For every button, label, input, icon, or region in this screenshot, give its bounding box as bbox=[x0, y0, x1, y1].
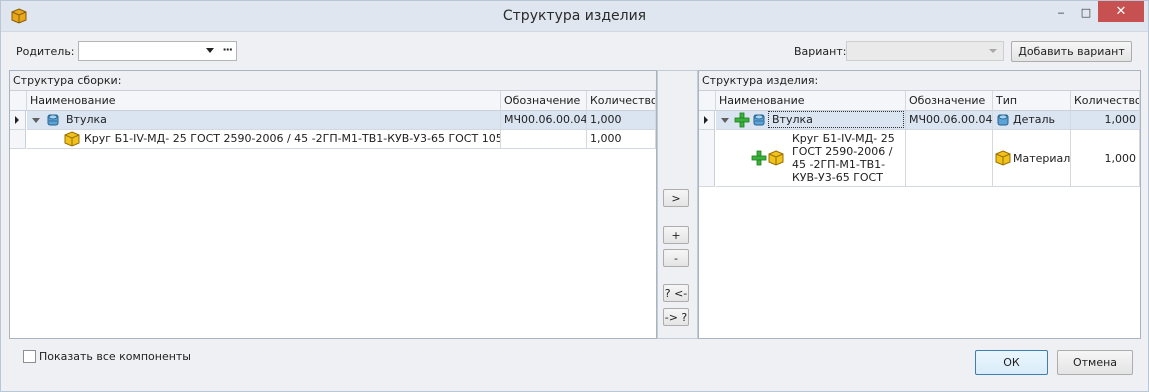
expand-arrow-icon[interactable] bbox=[721, 118, 729, 123]
col-header-designation[interactable]: Обозначение bbox=[906, 91, 993, 111]
chevron-down-icon[interactable] bbox=[206, 48, 214, 53]
maximize-button[interactable]: □ bbox=[1072, 1, 1100, 23]
row-designation[interactable] bbox=[501, 130, 587, 149]
cancel-button[interactable]: Отмена bbox=[1057, 350, 1133, 375]
row-name-text: Втулка bbox=[772, 113, 813, 126]
product-structure-panel: Структура изделия: Наименование Обозначе… bbox=[698, 70, 1141, 339]
row-pointer-icon bbox=[704, 116, 708, 124]
table-row-name[interactable]: Втулка bbox=[27, 111, 501, 130]
row-type-text: Деталь bbox=[1013, 113, 1056, 126]
row-indicator[interactable] bbox=[699, 130, 715, 187]
replace-left-button[interactable]: ? <- bbox=[663, 284, 689, 302]
row-indicator[interactable] bbox=[10, 130, 26, 149]
move-right-button[interactable]: > bbox=[663, 189, 689, 207]
plus-green-icon bbox=[734, 112, 750, 128]
row-type[interactable]: Материал bbox=[993, 130, 1071, 187]
part-icon bbox=[47, 114, 59, 126]
col-header-quantity[interactable]: Количество bbox=[1071, 91, 1140, 111]
material-icon bbox=[995, 150, 1011, 166]
col-header-name[interactable]: Наименование bbox=[716, 91, 906, 111]
row-name-text-cell[interactable]: Круг Б1-IV-МД- 25 ГОСТ 2590-2006 / 45 -2… bbox=[81, 130, 501, 149]
table-row-icons[interactable] bbox=[716, 130, 789, 187]
row-quantity[interactable]: 1,000 bbox=[1071, 130, 1140, 187]
col-header-type[interactable]: Тип bbox=[993, 91, 1071, 111]
product-structure-title: Структура изделия: bbox=[699, 71, 1140, 91]
material-icon bbox=[64, 131, 80, 147]
row-name-text-cell[interactable]: Круг Б1-IV-МД- 25 ГОСТ 2590-2006 / 45 -2… bbox=[789, 130, 906, 187]
show-all-checkbox[interactable] bbox=[23, 350, 36, 363]
dialog-window: Структура изделия ‒ □ ✕ Родитель: ··· Ва… bbox=[0, 0, 1149, 392]
add-button[interactable]: + bbox=[663, 226, 689, 244]
window-title: Структура изделия bbox=[502, 8, 647, 24]
row-name-text: Втулка bbox=[66, 113, 107, 126]
col-header-designation[interactable]: Обозначение bbox=[501, 91, 587, 111]
row-designation[interactable] bbox=[906, 130, 993, 187]
table-row-name[interactable]: Втулка bbox=[716, 111, 906, 130]
parent-label: Родитель: bbox=[16, 45, 75, 58]
row-quantity[interactable]: 1,000 bbox=[587, 130, 656, 149]
assembly-structure-panel: Структура сборки: Наименование Обозначен… bbox=[9, 70, 657, 339]
part-icon bbox=[753, 114, 765, 126]
row-indicator[interactable] bbox=[699, 111, 715, 130]
row-pointer-icon bbox=[15, 116, 19, 124]
replace-right-button[interactable]: -> ? bbox=[663, 308, 689, 326]
show-all-label[interactable]: Показать все компоненты bbox=[39, 350, 191, 363]
row-designation[interactable]: МЧ00.06.00.04 bbox=[906, 111, 993, 130]
expand-arrow-icon[interactable] bbox=[32, 118, 40, 123]
plus-green-icon bbox=[751, 150, 767, 166]
col-header-quantity[interactable]: Количество bbox=[587, 91, 656, 111]
close-button[interactable]: ✕ bbox=[1098, 1, 1144, 22]
row-quantity[interactable]: 1,000 bbox=[1071, 111, 1140, 130]
variant-combo[interactable] bbox=[846, 41, 1004, 61]
assembly-structure-title: Структура сборки: bbox=[10, 71, 656, 91]
part-icon bbox=[997, 114, 1009, 126]
row-quantity[interactable]: 1,000 bbox=[587, 111, 656, 130]
parent-more-button[interactable]: ··· bbox=[222, 43, 233, 56]
title-bar: Структура изделия ‒ □ ✕ bbox=[1, 1, 1148, 32]
row-header-corner bbox=[699, 91, 716, 111]
chevron-down-icon[interactable] bbox=[989, 49, 997, 53]
variant-label: Вариант: bbox=[794, 45, 847, 58]
row-header-corner bbox=[10, 91, 27, 111]
ok-button[interactable]: ОК bbox=[975, 350, 1048, 375]
row-indicator[interactable] bbox=[10, 111, 26, 130]
parent-combo[interactable]: ··· bbox=[78, 41, 237, 61]
row-type-text: Материал bbox=[1013, 152, 1071, 165]
remove-button[interactable]: - bbox=[663, 249, 689, 267]
col-header-name[interactable]: Наименование bbox=[27, 91, 501, 111]
row-type[interactable]: Деталь bbox=[993, 111, 1071, 130]
add-variant-button[interactable]: Добавить вариант bbox=[1011, 41, 1132, 62]
material-icon bbox=[768, 150, 784, 166]
minimize-button[interactable]: ‒ bbox=[1047, 1, 1075, 23]
row-designation[interactable]: МЧ00.06.00.04 bbox=[501, 111, 587, 130]
